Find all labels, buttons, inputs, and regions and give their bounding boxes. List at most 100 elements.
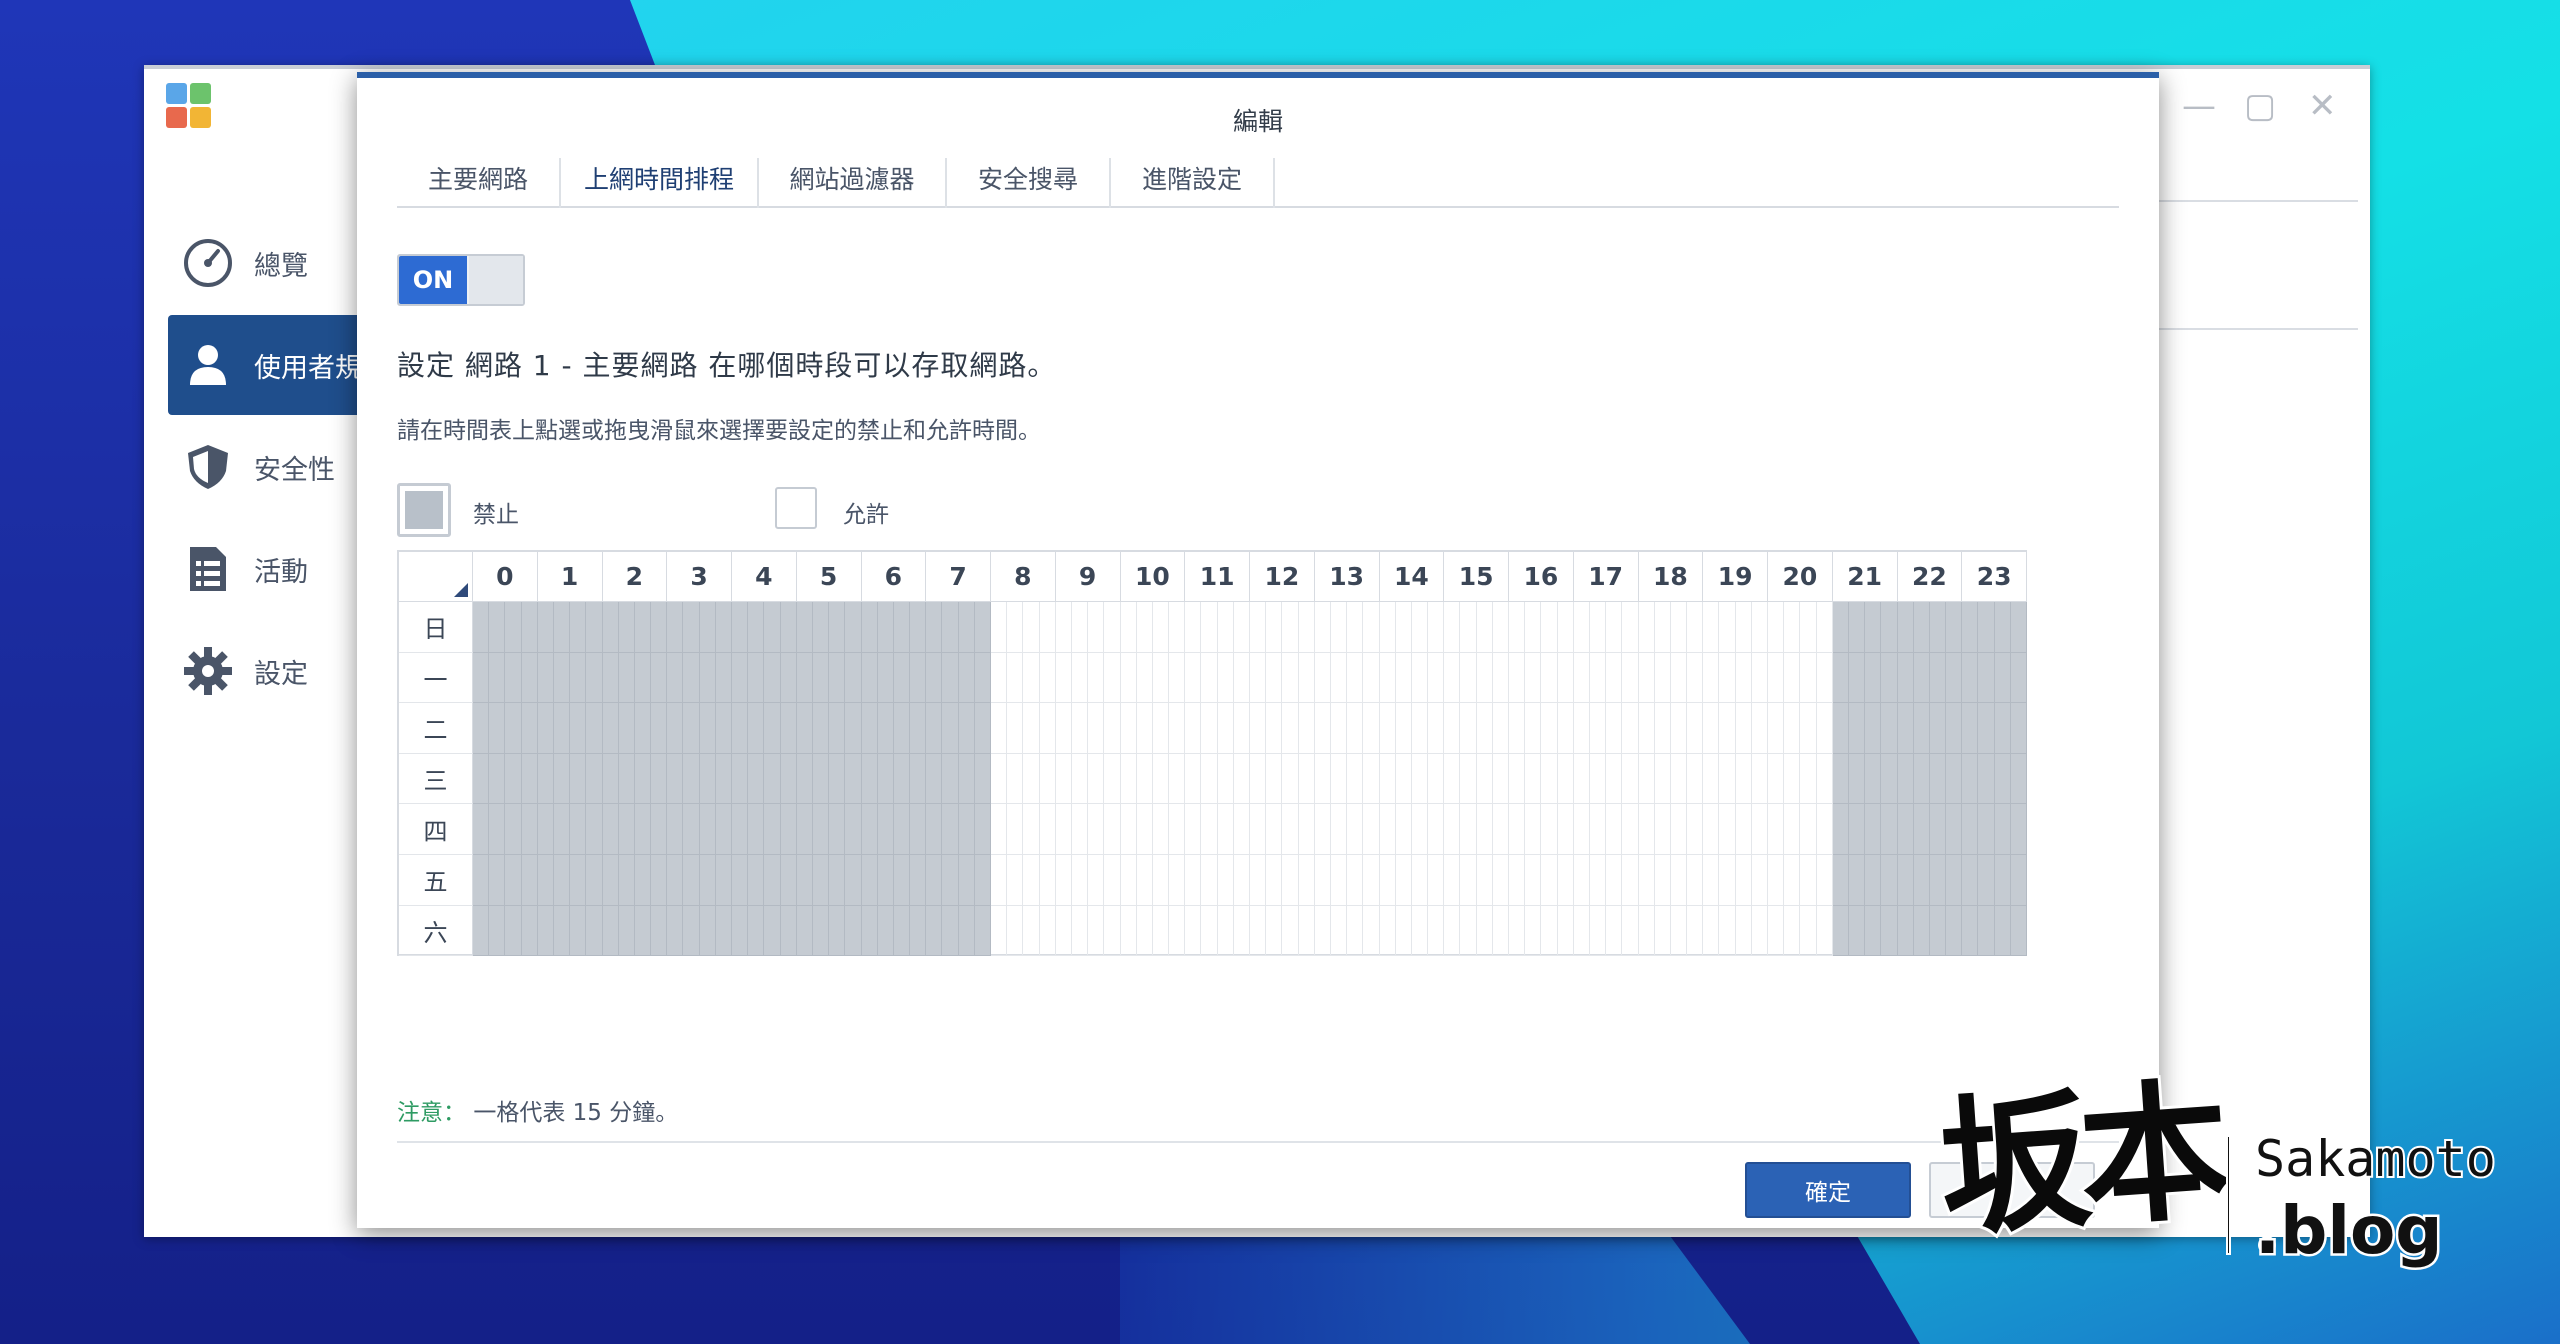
schedule-cell[interactable]: [1363, 602, 1380, 653]
schedule-cell[interactable]: [1913, 855, 1930, 906]
schedule-cell[interactable]: [1330, 804, 1348, 855]
schedule-cell[interactable]: [1541, 652, 1558, 704]
schedule-cell[interactable]: [1816, 652, 1833, 704]
schedule-cell[interactable]: [796, 652, 813, 704]
schedule-cell[interactable]: [1946, 602, 1963, 653]
schedule-cell[interactable]: [667, 804, 684, 855]
schedule-cell[interactable]: [1589, 905, 1607, 957]
schedule-cell[interactable]: [764, 753, 781, 805]
schedule-cell[interactable]: [1687, 804, 1704, 855]
schedule-cell[interactable]: [1411, 652, 1429, 704]
schedule-cell[interactable]: [570, 905, 587, 957]
schedule-cell[interactable]: [1088, 602, 1105, 653]
schedule-cell[interactable]: [1347, 753, 1364, 805]
maximize-icon[interactable]: ▢: [2244, 89, 2276, 123]
schedule-cell[interactable]: [715, 652, 732, 704]
schedule-cell[interactable]: [1751, 703, 1768, 754]
schedule-cell[interactable]: [553, 652, 571, 704]
schedule-cell[interactable]: [796, 804, 813, 855]
schedule-cell[interactable]: [1978, 753, 1995, 805]
schedule-cell[interactable]: [893, 703, 911, 754]
schedule-cell[interactable]: [699, 804, 716, 855]
schedule-cell[interactable]: [1217, 602, 1234, 653]
schedule-cell[interactable]: [1039, 703, 1056, 754]
schedule-cell[interactable]: [1929, 703, 1947, 754]
hour-header[interactable]: 5: [796, 552, 862, 602]
schedule-cell[interactable]: [505, 602, 522, 653]
schedule-cell[interactable]: [1525, 855, 1542, 906]
schedule-cell[interactable]: [570, 602, 587, 653]
schedule-cell[interactable]: [780, 602, 797, 653]
schedule-cell[interactable]: [1136, 703, 1153, 754]
schedule-cell[interactable]: [489, 753, 506, 805]
schedule-cell[interactable]: [553, 905, 571, 957]
schedule-cell[interactable]: [1751, 652, 1768, 704]
schedule-cell[interactable]: [537, 652, 554, 704]
schedule-cell[interactable]: [1023, 703, 1040, 754]
schedule-cell[interactable]: [780, 905, 797, 957]
schedule-cell[interactable]: [1233, 602, 1250, 653]
schedule-cell[interactable]: [1395, 753, 1412, 805]
day-header[interactable]: 一: [399, 652, 473, 704]
schedule-cell[interactable]: [1104, 753, 1121, 805]
schedule-cell[interactable]: [1525, 753, 1542, 805]
tab-advanced-settings[interactable]: 進階設定: [1111, 150, 1273, 206]
schedule-cell[interactable]: [829, 753, 846, 805]
schedule-cell[interactable]: [1007, 804, 1024, 855]
schedule-cell[interactable]: [1023, 652, 1040, 704]
schedule-cell[interactable]: [1800, 804, 1817, 855]
schedule-cell[interactable]: [651, 804, 668, 855]
schedule-cell[interactable]: [1250, 652, 1267, 704]
schedule-cell[interactable]: [1703, 703, 1720, 754]
schedule-cell[interactable]: [715, 855, 732, 906]
schedule-cell[interactable]: [812, 753, 830, 805]
schedule-cell[interactable]: [586, 905, 603, 957]
schedule-cell[interactable]: [1573, 652, 1590, 704]
schedule-cell[interactable]: [1201, 652, 1218, 704]
schedule-cell[interactable]: [1913, 905, 1930, 957]
schedule-cell[interactable]: [537, 905, 554, 957]
day-header[interactable]: 二: [399, 703, 473, 754]
schedule-cell[interactable]: [1266, 804, 1283, 855]
schedule-cell[interactable]: [1865, 855, 1882, 906]
schedule-cell[interactable]: [1330, 602, 1348, 653]
schedule-cell[interactable]: [1250, 855, 1267, 906]
schedule-cell[interactable]: [537, 855, 554, 906]
schedule-cell[interactable]: [1946, 753, 1963, 805]
schedule-cell[interactable]: [1314, 905, 1331, 957]
schedule-cell[interactable]: [1071, 855, 1089, 906]
schedule-cell[interactable]: [586, 652, 603, 704]
schedule-cell[interactable]: [1622, 905, 1639, 957]
schedule-cell[interactable]: [586, 703, 603, 754]
schedule-cell[interactable]: [1800, 753, 1817, 805]
schedule-cell[interactable]: [1088, 753, 1105, 805]
schedule-cell[interactable]: [1606, 703, 1623, 754]
schedule-cell[interactable]: [1136, 652, 1153, 704]
schedule-cell[interactable]: [1541, 804, 1558, 855]
schedule-cell[interactable]: [1703, 652, 1720, 704]
schedule-cell[interactable]: [683, 855, 700, 906]
schedule-cell[interactable]: [473, 855, 490, 906]
schedule-cell[interactable]: [1250, 753, 1267, 805]
schedule-cell[interactable]: [764, 905, 781, 957]
schedule-cell[interactable]: [1735, 703, 1752, 754]
schedule-cell[interactable]: [893, 753, 911, 805]
schedule-cell[interactable]: [1088, 905, 1105, 957]
schedule-cell[interactable]: [861, 804, 878, 855]
schedule-cell[interactable]: [1476, 602, 1493, 653]
schedule-cell[interactable]: [926, 804, 943, 855]
schedule-cell[interactable]: [634, 652, 652, 704]
hour-header[interactable]: 8: [991, 552, 1056, 602]
schedule-cell[interactable]: [1638, 753, 1655, 805]
schedule-cell[interactable]: [910, 703, 927, 754]
schedule-cell[interactable]: [845, 652, 862, 704]
close-icon[interactable]: ✕: [2308, 89, 2337, 123]
schedule-cell[interactable]: [651, 855, 668, 906]
schedule-cell[interactable]: [1881, 905, 1898, 957]
schedule-cell[interactable]: [1703, 602, 1720, 653]
schedule-cell[interactable]: [1120, 855, 1137, 906]
schedule-cell[interactable]: [1428, 804, 1445, 855]
hour-header[interactable]: 19: [1703, 552, 1768, 602]
schedule-cell[interactable]: [1525, 905, 1542, 957]
schedule-cell[interactable]: [1217, 652, 1234, 704]
